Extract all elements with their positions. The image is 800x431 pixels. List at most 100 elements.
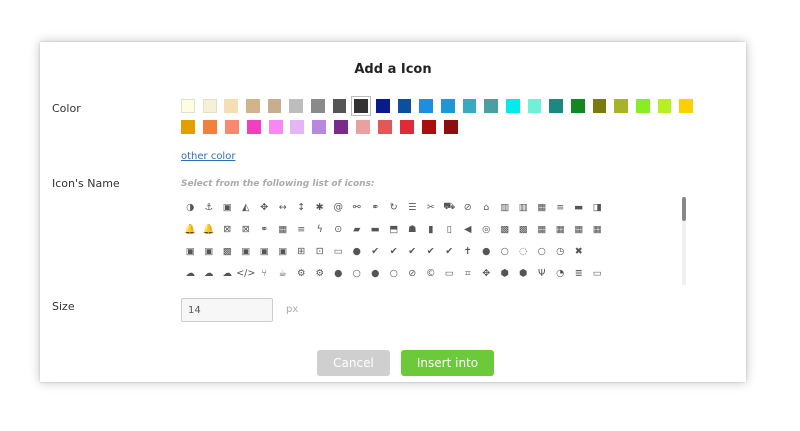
icon-option[interactable]: ↕ [292,197,311,217]
color-swatch[interactable] [312,120,327,134]
icon-option[interactable]: ⚙ [311,263,330,283]
color-swatch[interactable] [224,120,239,134]
icon-option[interactable]: ▰ [348,219,367,239]
color-swatch[interactable] [570,99,585,113]
icon-option[interactable]: ● [329,263,348,283]
icon-option[interactable]: ⊡ [311,241,330,261]
icon-option[interactable]: ▭ [329,241,348,261]
icon-option[interactable]: ◎ [477,219,496,239]
icon-option[interactable]: ◑ [181,197,200,217]
icon-option[interactable]: ▬ [570,197,589,217]
icon-option[interactable]: ✥ [255,197,274,217]
icon-option[interactable]: ▦ [588,219,607,239]
icon-option[interactable]: ● [477,241,496,261]
color-swatch[interactable] [505,99,520,113]
icon-option[interactable]: ✔ [422,241,441,261]
icon-option[interactable]: ○ [496,241,515,261]
icon-option[interactable]: ▮ [422,219,441,239]
color-swatch[interactable] [181,120,195,134]
icon-option[interactable]: ⛟ [440,197,459,217]
icon-option[interactable]: ✔ [440,241,459,261]
icon-option[interactable]: ⊘ [403,263,422,283]
icon-option[interactable]: ● [366,263,385,283]
icon-option[interactable]: ▦ [533,197,552,217]
color-swatch[interactable] [376,99,390,113]
icon-option[interactable]: ◭ [237,197,256,217]
color-swatch[interactable] [527,99,542,113]
icon-option[interactable]: ▦ [274,219,293,239]
color-swatch[interactable] [289,99,304,113]
icon-option[interactable]: ⚓ [200,197,219,217]
color-swatch[interactable] [635,99,650,113]
color-swatch[interactable] [440,99,455,113]
icon-option[interactable]: ▦ [551,219,570,239]
color-swatch[interactable] [614,99,628,113]
scrollbar-thumb[interactable] [682,197,686,221]
icon-option[interactable]: ▦ [533,219,552,239]
icon-option[interactable]: ≣ [570,263,589,283]
color-swatch[interactable] [484,99,499,113]
icon-option[interactable]: ▣ [181,241,200,261]
icon-option[interactable]: ▭ [440,263,459,283]
icon-option[interactable]: ● [348,241,367,261]
color-swatch[interactable] [549,99,564,113]
icon-option[interactable]: </> [237,263,256,283]
icon-option[interactable]: ⊘ [459,197,478,217]
color-swatch[interactable] [246,120,261,134]
icon-option[interactable]: ⚭ [255,219,274,239]
icon-option[interactable]: ◔ [551,263,570,283]
icon-option[interactable]: ▣ [274,241,293,261]
icon-option[interactable]: ▦ [570,219,589,239]
icon-option[interactable]: ◌ [514,241,533,261]
icon-option[interactable]: ▥ [496,197,515,217]
icon-option[interactable]: ⬢ [496,263,515,283]
size-input[interactable] [181,298,273,322]
icon-option[interactable]: ◀ [459,219,478,239]
icon-option[interactable]: ▣ [218,197,237,217]
icon-option[interactable]: ✝ [459,241,478,261]
icon-option[interactable]: ▣ [200,241,219,261]
icon-option[interactable]: ⌗ [459,263,478,283]
color-swatch[interactable] [421,120,436,134]
icon-option[interactable]: ▥ [514,197,533,217]
icon-option[interactable]: ✔ [366,241,385,261]
icon-option[interactable]: ▭ [588,263,607,283]
icon-option[interactable]: ⬒ [385,219,404,239]
icon-option[interactable]: ✥ [477,263,496,283]
icon-option[interactable]: ⬢ [514,263,533,283]
color-swatch[interactable] [356,120,371,134]
icon-option[interactable]: 🔔 [181,219,200,239]
color-swatch[interactable] [202,99,217,113]
icon-option[interactable]: ○ [533,241,552,261]
icon-option[interactable]: ≡ [551,197,570,217]
icon-option[interactable]: ✂ [422,197,441,217]
icon-option[interactable]: ✔ [403,241,422,261]
icon-option[interactable]: ☁ [200,263,219,283]
color-swatch[interactable] [679,99,693,113]
color-swatch[interactable] [378,120,393,134]
color-swatch[interactable] [397,99,412,113]
icon-option[interactable]: ⊙ [329,219,348,239]
icon-option[interactable]: ⊠ [218,219,237,239]
icon-option[interactable]: ⊠ [237,219,256,239]
color-swatch[interactable] [181,99,195,113]
icon-option[interactable]: ✔ [385,241,404,261]
icon-option[interactable]: ▣ [237,241,256,261]
color-swatch[interactable] [351,96,372,116]
color-swatch[interactable] [267,99,282,113]
icon-option[interactable]: ▣ [255,241,274,261]
icon-option[interactable]: ✖ [570,241,589,261]
icon-option[interactable]: ○ [348,263,367,283]
icon-option[interactable]: ○ [385,263,404,283]
icon-option[interactable]: ⌂ [477,197,496,217]
color-swatch[interactable] [246,99,260,113]
color-swatch[interactable] [311,99,325,113]
icon-option[interactable]: ◨ [588,197,607,217]
icon-option[interactable]: ↻ [385,197,404,217]
icon-option[interactable]: ≡ [292,219,311,239]
icon-option[interactable]: ◷ [551,241,570,261]
color-swatch[interactable] [224,99,239,113]
color-swatch[interactable] [332,99,347,113]
icon-option[interactable]: © [422,263,441,283]
icon-option[interactable]: ⑂ [255,263,274,283]
